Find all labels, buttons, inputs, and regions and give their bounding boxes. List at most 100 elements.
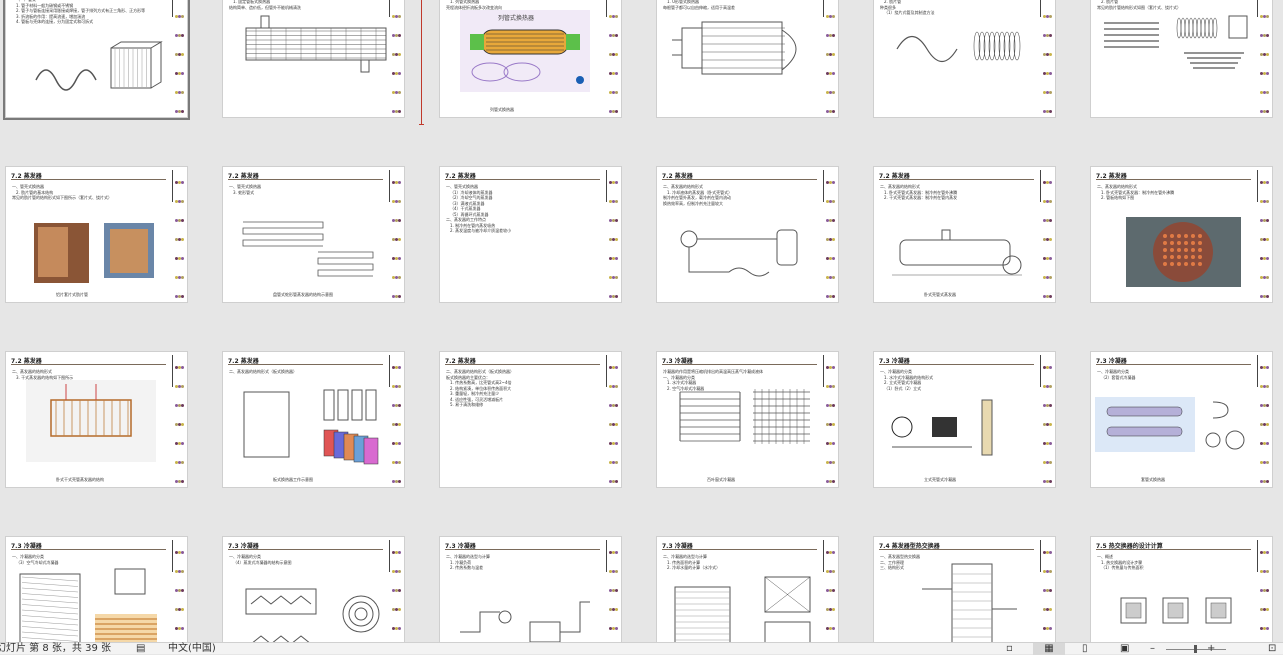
dot-pattern-icon: [1257, 355, 1269, 487]
svg-text:列管式换热器: 列管式换热器: [498, 14, 534, 22]
slide-text-line: 二、蒸发器的结构形式（板式换热器）: [229, 369, 297, 374]
slide-text-line: 二、冷凝器的选型与计算: [663, 554, 707, 559]
title-underline: [662, 179, 817, 180]
finned-coil-figure: [16, 40, 166, 104]
slide-thumbnail[interactable]: 7.2 蒸发器 二、蒸发器的结构形式 1. 卧式壳管式蒸发器：制冷剂在管外沸腾 2. …: [873, 166, 1056, 303]
title-underline: [1096, 179, 1251, 180]
slide-text-line: 1. 传热系数高，比壳管式高2~4倍: [450, 380, 512, 385]
slideshow-icon[interactable]: ▣: [1120, 643, 1129, 655]
figure-caption: 套管式换热器: [1141, 477, 1165, 482]
color-exchanger-figure: 列管式换热器: [460, 10, 590, 96]
slide-thumbnail[interactable]: 换热器的主要元件和辅助设备及其运行维护一、管壳式换热器（一）管束1. 管子材料一…: [3, 0, 190, 120]
slide-text-line: 换热效率高，但制冷剂充注量较大: [663, 200, 723, 206]
coil-spiral-figure: [231, 569, 381, 642]
slide-thumbnail[interactable]: 7.2 蒸发器 一、管壳式换热器 （1）冷却液体的蒸发器 （2）冷却空气的蒸发器 （3）…: [439, 166, 622, 303]
dot-pattern-icon: [823, 355, 835, 487]
slide-thumbnail[interactable]: 7.3 冷凝器 二、冷凝器的选型与计算 1. 传热面积的计算 2. 冷却水量的计算（水…: [656, 536, 839, 642]
slide-text-line: 2. 肋片管: [1101, 0, 1119, 4]
title-underline: [1096, 549, 1251, 550]
slide-text-line: 1. 冷凝负荷: [450, 559, 472, 565]
slide-thumbnail[interactable]: 7.2 蒸发器 二、蒸发器的结构形式（板式换热器） 板式换热器的主要优点： 1. 传热…: [439, 351, 622, 488]
figure-caption: 盘管式蛇形管蒸发器的结构示意图: [273, 292, 333, 297]
slide-thumbnail[interactable]: 7.3 冷凝器 一、冷凝器的分类 （4）蒸发式冷凝器的结构示意图: [222, 536, 405, 642]
title-underline: [228, 549, 383, 550]
title-underline: [228, 179, 383, 180]
dot-pattern-icon: [606, 540, 618, 642]
slide-text-line: （3）满液式蒸发器: [450, 200, 485, 206]
dot-pattern-icon: [172, 540, 184, 642]
fit-window-icon[interactable]: ⊡: [1268, 643, 1276, 655]
slide-text-line: 2. 肋片管的基本结构: [16, 189, 54, 195]
slide-thumbnail[interactable]: 7.2 蒸发器 一、管壳式换热器 3. 蛇形管式 盘管式蛇形管蒸发器的结构示意图: [222, 166, 405, 303]
slide-thumbnail[interactable]: 7.3 冷凝器 冷凝器的作用是将压缩机排出的高温高压蒸气冷凝成液体 一、冷凝器的分类…: [656, 351, 839, 488]
slide-text-line: 1. 冷却液体的蒸发器（卧式壳管式）: [667, 189, 733, 195]
wire-coils-figure: [665, 384, 815, 473]
fin-tubes-figure: [1099, 8, 1249, 87]
slide-text-line: 一、冷凝器的分类: [1097, 369, 1129, 374]
slide-text-line: 种类很多: [880, 4, 896, 10]
slide-text-line: 1. 水冷式冷凝器的结构形式: [884, 374, 934, 380]
slide-thumbnail[interactable]: 7.4 蒸发器型热交换器一、蒸发器型热交换器二、工作原理三、结构形式冷凝器结构图: [873, 536, 1056, 642]
zoom-out-icon[interactable]: –: [1150, 643, 1155, 655]
slide-thumbnail[interactable]: 7.2 蒸发器 二、蒸发器的结构形式 1. 冷却液体的蒸发器（卧式壳管式） 制冷剂在管…: [656, 166, 839, 303]
slide-text-line: （1）冷却液体的蒸发器: [450, 189, 493, 195]
slide-text-line: 2. 结构紧凑，单位体积传热面积大: [450, 385, 512, 391]
slide-text-line: 一、冷凝器的分类: [880, 369, 912, 374]
dot-pattern-icon: [606, 0, 618, 117]
slide-thumbnail[interactable]: 7.3 冷凝器二、冷凝器的选型与计算1. 冷凝负荷2. 传热系数与温差冷凝器系统: [439, 536, 622, 642]
dry-evap-figure: [26, 380, 156, 466]
slide-thumbnail[interactable]: 7.3 冷凝器 一、冷凝器的分类 （2）套管式冷凝器 套管式换热器: [1090, 351, 1273, 488]
slide-text-line: 3. 干式蒸发器的结构如下图所示: [16, 374, 74, 380]
title-underline: [662, 549, 817, 550]
shell-tube-long-figure: [231, 8, 391, 87]
slide-thumbnail[interactable]: 一、管壳式换热器1. 固定管板式换热器结构简单、造价低，但管外不能机械清洗: [222, 0, 405, 118]
slide-thumbnail[interactable]: 一、管壳式换热器2. 肋片管种类很多（1）绕片式管及其制造方法: [873, 0, 1056, 118]
slide-text-line: 1. 管子材料一般为碳钢或不锈钢: [16, 2, 74, 8]
slide-thumbnail[interactable]: 一、管壳式换热器1. 列管式换热器壳程流体经折流板多次改变流向列管式换热器列管式…: [439, 0, 622, 118]
tower-figure: [882, 559, 1032, 642]
slide-text-line: 3. 折流板的作用：提高流速，增加湍流: [16, 13, 86, 19]
figure-caption: 板式换热器工作示意图: [273, 477, 313, 482]
title-underline: [662, 364, 817, 365]
slide-thumbnail[interactable]: 7.2 蒸发器 二、蒸发器的结构形式（板式换热器） 板式换热器工作示意图: [222, 351, 405, 488]
slide-text-line: 4. 管板与壳体的连接，分为固定式和可拆式: [16, 19, 94, 24]
slide-thumbnail[interactable]: 7.2 蒸发器 二、蒸发器的结构形式 1. 卧式壳管式蒸发器：制冷剂在管外沸腾 2. …: [1090, 166, 1273, 303]
figure-caption: 卧式干式壳管蒸发器的结构: [56, 477, 104, 482]
title-underline: [879, 549, 1034, 550]
slide-text-line: 2. 肋片管: [884, 0, 902, 4]
title-underline: [1096, 364, 1251, 365]
dot-pattern-icon: [389, 355, 401, 487]
horizontal-evap-figure: [882, 225, 1032, 289]
zoom-in-icon[interactable]: +: [1207, 643, 1215, 655]
evap-circuit-figure: [667, 215, 817, 289]
dot-pattern-icon: [1040, 540, 1052, 642]
dot-pattern-icon: [1040, 0, 1052, 117]
slide-thumbnail[interactable]: 7.2 蒸发器 一、管壳式换热器 2. 肋片管的基本结构 常见的肋片管的结构形式如下图…: [5, 166, 188, 303]
slide-thumbnail[interactable]: 7.3 冷凝器 一、冷凝器的分类 （3）空气冷却式冷凝器: [5, 536, 188, 642]
title-underline: [445, 179, 600, 180]
slide-text-line: 2. 立式壳管式冷凝器: [884, 380, 922, 385]
slide-thumbnail[interactable]: 7.2 蒸发器 二、蒸发器的结构形式 3. 干式蒸发器的结构如下图所示 卧式干式壳管蒸…: [5, 351, 188, 488]
slide-thumbnail[interactable]: 一、管壳式换热器2. 肋片管常见的肋片管结构形式如图（套片式、绕片式）: [1090, 0, 1273, 118]
dot-pattern-icon: [823, 0, 835, 117]
language-status[interactable]: 中文(中国): [168, 643, 216, 655]
normal-view-icon[interactable]: ▫: [1006, 643, 1013, 655]
title-underline: [11, 179, 166, 180]
notes-icon[interactable]: ▤: [136, 643, 145, 655]
slide-text-line: 二、冷凝器的选型与计算: [446, 554, 490, 559]
slide-text-line: 2. 传热系数与温差: [450, 565, 484, 570]
title-underline: [879, 179, 1034, 180]
figure-caption: 卧式壳管式蒸发器: [924, 292, 956, 297]
title-underline: [445, 549, 600, 550]
zoom-slider-thumb[interactable]: [1194, 645, 1197, 653]
slide-text-line: 1. 热交换器的设计步骤: [1101, 559, 1143, 565]
slide-thumbnail[interactable]: 一、管壳式换热器1. U形管式换热器每根管子都可以自由伸缩，适用于高温差: [656, 0, 839, 118]
slide-text-line: （4）干式蒸发器: [450, 206, 481, 211]
slide-text-line: 冷凝器的作用是将压缩机排出的高温高压蒸气冷凝成液体: [663, 369, 763, 374]
slide-thumbnail[interactable]: 7.3 冷凝器 一、冷凝器的分类 1. 水冷式冷凝器的结构形式 2. 立式壳管式冷凝器…: [873, 351, 1056, 488]
reading-view-icon[interactable]: ▯: [1082, 643, 1088, 655]
sections-figure: [1101, 583, 1251, 642]
slide-text-line: 制冷剂在管外蒸发，载冷剂在管内流动: [663, 195, 731, 200]
slide-sorter-view-icon[interactable]: ▦: [1033, 643, 1065, 655]
slide-thumbnail[interactable]: 7.5 热交换器的设计计算 一、概述 1. 热交换器的设计步骤 （1）传热量与传热面积: [1090, 536, 1273, 642]
